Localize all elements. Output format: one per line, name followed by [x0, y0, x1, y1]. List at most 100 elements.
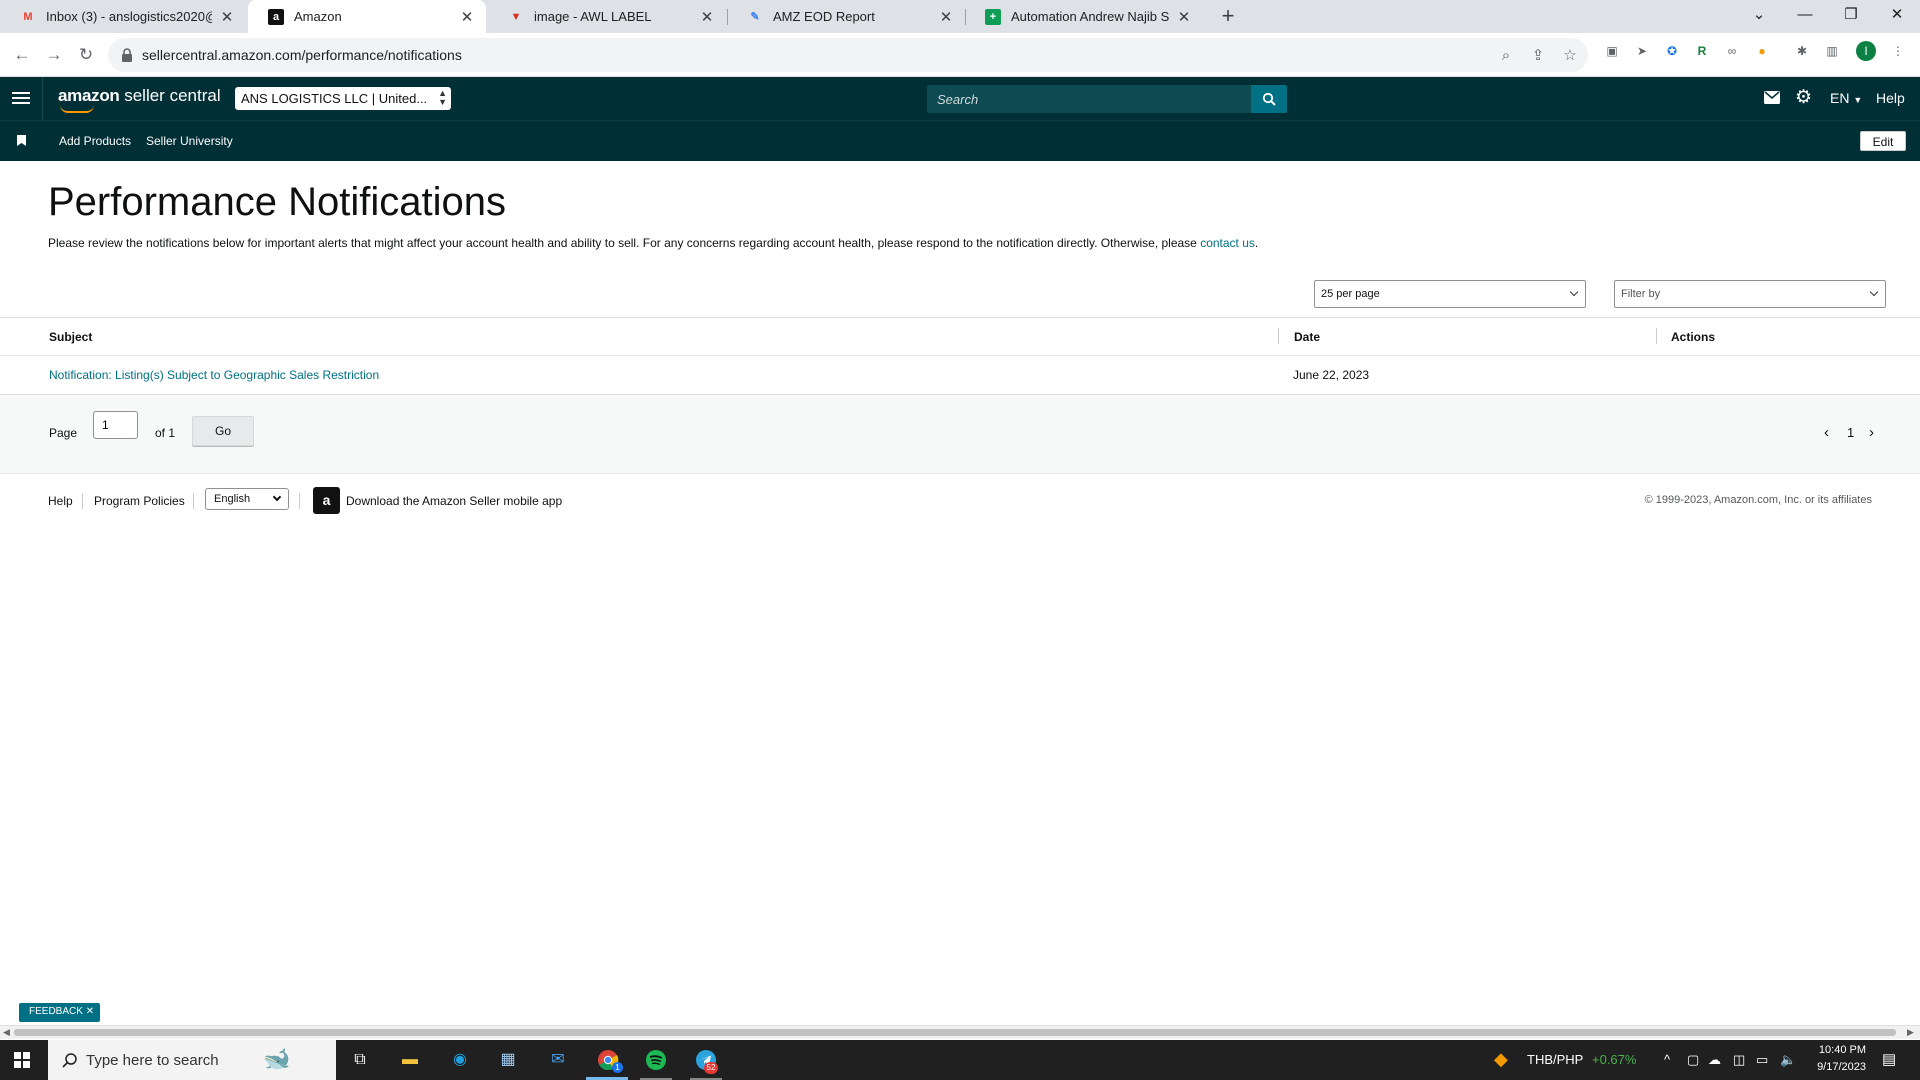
- filter-placeholder: Filter by: [1621, 288, 1661, 300]
- close-window-button[interactable]: ✕: [1874, 0, 1920, 30]
- extension-orange-icon[interactable]: ●: [1752, 41, 1772, 61]
- restore-button[interactable]: ❐: [1828, 0, 1874, 30]
- page-label: Page: [49, 426, 78, 440]
- notification-center-icon[interactable]: ▤: [1882, 1050, 1896, 1068]
- store-icon[interactable]: ▦: [494, 1046, 522, 1074]
- extensions-puzzle-icon[interactable]: ✱: [1792, 41, 1812, 61]
- star-icon[interactable]: ☆: [1560, 46, 1580, 66]
- menu-kebab-icon[interactable]: ⋮: [1888, 41, 1908, 61]
- extension-globe-icon[interactable]: ✪: [1662, 41, 1682, 61]
- new-tab-button[interactable]: +: [1215, 4, 1241, 30]
- search-button[interactable]: [1251, 85, 1287, 113]
- page-footer: Help Program Policies English a Download…: [0, 475, 1920, 525]
- page-count-label: of 1: [155, 426, 176, 440]
- seller-university-link[interactable]: Seller University: [146, 134, 233, 148]
- forward-icon[interactable]: →: [40, 41, 68, 69]
- table-header: Subject Date Actions: [0, 318, 1920, 356]
- language-value: English: [214, 493, 251, 505]
- hamburger-menu-icon[interactable]: [12, 89, 30, 107]
- gear-icon[interactable]: ⚙: [1795, 86, 1812, 109]
- tab-gmail[interactable]: M Inbox (3) - anslogistics2020@gm ✕: [0, 0, 246, 33]
- side-panel-icon[interactable]: ▥: [1822, 41, 1842, 61]
- account-switcher[interactable]: ANS LOGISTICS LLC | United... ▲ ▼: [235, 87, 451, 110]
- meet-icon[interactable]: ▢: [1687, 1052, 1699, 1068]
- close-icon[interactable]: ✕: [86, 1006, 94, 1017]
- copyright-text: © 1999-2023, Amazon.com, Inc. or its aff…: [1644, 494, 1872, 506]
- download-app-link[interactable]: Download the Amazon Seller mobile app: [346, 494, 562, 508]
- network-icon[interactable]: ▭: [1756, 1052, 1768, 1068]
- file-explorer-icon[interactable]: ▬: [396, 1046, 424, 1074]
- scroll-right-icon[interactable]: ▶: [1907, 1027, 1914, 1038]
- reload-icon[interactable]: ↻: [72, 41, 100, 69]
- language-switcher[interactable]: EN ▼: [1830, 90, 1862, 106]
- language-select[interactable]: English: [205, 488, 289, 510]
- go-button[interactable]: Go: [192, 416, 254, 446]
- close-icon[interactable]: ✕: [458, 8, 476, 26]
- chevron-left-icon[interactable]: ‹: [1824, 424, 1829, 441]
- back-icon[interactable]: ←: [8, 41, 36, 69]
- zoom-icon[interactable]: ⌕: [1496, 46, 1516, 66]
- footer-help-link[interactable]: Help: [48, 494, 73, 508]
- horizontal-scrollbar[interactable]: ◀ ▶: [0, 1025, 1920, 1039]
- tab-eod-report[interactable]: ✎ AMZ EOD Report ✕: [727, 0, 965, 33]
- per-page-select[interactable]: 25 per page: [1314, 280, 1586, 308]
- search-box: [927, 85, 1287, 113]
- extension-rs-icon[interactable]: R: [1692, 41, 1712, 61]
- task-view-icon[interactable]: ⧉: [346, 1046, 374, 1074]
- bookmark-icon[interactable]: [17, 135, 26, 146]
- scrollbar-thumb[interactable]: [14, 1029, 1896, 1036]
- tab-image[interactable]: ▼ image - AWL LABEL ✕: [488, 0, 726, 33]
- minimize-button[interactable]: —: [1782, 0, 1828, 30]
- add-products-link[interactable]: Add Products: [59, 134, 131, 148]
- notification-subject-link[interactable]: Notification: Listing(s) Subject to Geog…: [49, 368, 379, 382]
- volume-icon[interactable]: 🔈: [1780, 1052, 1796, 1068]
- feedback-button[interactable]: FEEDBACK ✕: [19, 1003, 101, 1022]
- close-icon[interactable]: ✕: [937, 8, 955, 26]
- help-link[interactable]: Help: [1876, 90, 1905, 106]
- current-page-number[interactable]: 1: [1847, 425, 1854, 440]
- windows-start-icon[interactable]: [14, 1052, 30, 1068]
- omnibox[interactable]: sellercentral.amazon.com/performance/not…: [108, 38, 1588, 72]
- tab-search-icon[interactable]: ⌄: [1736, 0, 1782, 30]
- pagination-bar: Page of 1 Go ‹ 1 ›: [0, 395, 1920, 474]
- security-icon[interactable]: ◫: [1733, 1052, 1745, 1068]
- filter-select[interactable]: Filter by: [1614, 280, 1886, 308]
- extension-arrow-icon[interactable]: ➤: [1632, 41, 1652, 61]
- updown-arrows-icon: ▲ ▼: [438, 88, 447, 107]
- contact-us-link[interactable]: contact us: [1200, 236, 1255, 250]
- search-input[interactable]: [927, 85, 1251, 113]
- amazon-seller-central-logo[interactable]: amazon seller central: [58, 86, 221, 113]
- onedrive-icon[interactable]: ☁: [1708, 1052, 1721, 1068]
- close-icon[interactable]: ✕: [1175, 8, 1193, 26]
- page-title: Performance Notifications: [48, 180, 506, 224]
- scroll-left-icon[interactable]: ◀: [3, 1027, 10, 1038]
- mail-app-icon[interactable]: ✉: [544, 1046, 572, 1074]
- currency-widget-icon[interactable]: ◆: [1494, 1049, 1508, 1070]
- spotify-icon[interactable]: [642, 1046, 670, 1074]
- edge-icon[interactable]: ◉: [446, 1046, 474, 1074]
- extension-off-icon[interactable]: ▣: [1602, 41, 1622, 61]
- extension-link-icon[interactable]: ∞: [1722, 41, 1742, 61]
- program-policies-link[interactable]: Program Policies: [94, 494, 185, 508]
- close-icon[interactable]: ✕: [218, 8, 236, 26]
- logo-seller-central-text: seller central: [119, 86, 221, 105]
- share-icon[interactable]: ⇪: [1528, 46, 1548, 66]
- currency-pair[interactable]: THB/PHP: [1527, 1052, 1583, 1067]
- clock-date[interactable]: 9/17/2023: [1810, 1061, 1866, 1073]
- chevron-right-icon[interactable]: ›: [1869, 424, 1874, 441]
- close-icon[interactable]: ✕: [698, 8, 716, 26]
- tab-amazon[interactable]: a Amazon ✕: [248, 0, 486, 33]
- mail-icon[interactable]: [1764, 91, 1780, 104]
- tab-title: image - AWL LABEL: [534, 9, 652, 24]
- browser-tab-bar: M Inbox (3) - anslogistics2020@gm ✕ a Am…: [0, 0, 1920, 33]
- taskbar-search-input[interactable]: [86, 1049, 256, 1071]
- chevron-down-icon: [1869, 287, 1879, 297]
- profile-avatar[interactable]: I: [1856, 41, 1876, 61]
- clock-time[interactable]: 10:40 PM: [1810, 1044, 1866, 1056]
- column-divider: [1278, 328, 1279, 344]
- seller-app-icon[interactable]: a: [313, 487, 340, 514]
- tab-automation[interactable]: + Automation Andrew Najib Shama ✕: [965, 0, 1203, 33]
- page-number-input[interactable]: [93, 411, 138, 439]
- edit-bookmarks-button[interactable]: Edit: [1860, 131, 1906, 151]
- chevron-up-icon[interactable]: ^: [1664, 1052, 1670, 1067]
